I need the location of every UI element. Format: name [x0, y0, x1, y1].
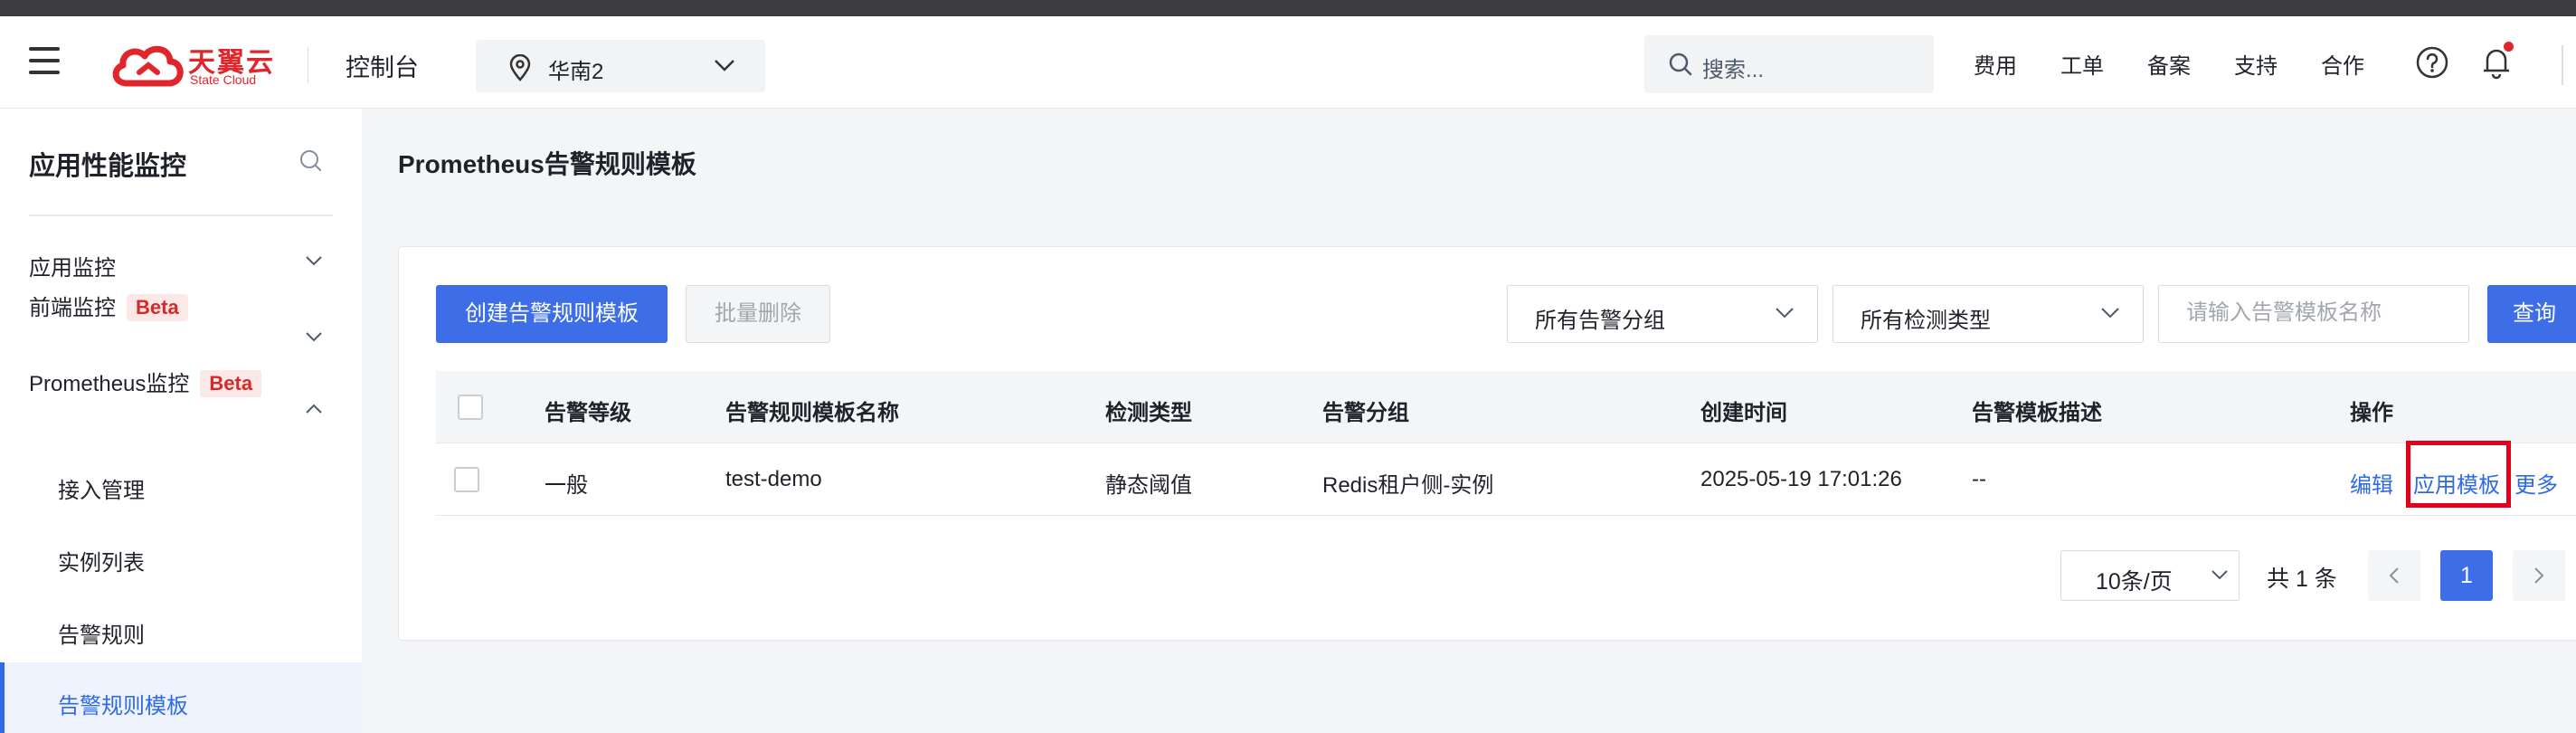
nav-partner[interactable]: 合作	[2321, 48, 2364, 80]
column-header-alert-group: 告警分组	[1322, 401, 1409, 425]
detect-type-select[interactable]: 所有检测类型	[1833, 285, 2144, 343]
nav-filing[interactable]: 备案	[2147, 48, 2191, 80]
column-header-actions: 操作	[2350, 401, 2393, 425]
sidebar-item-prometheus-monitor[interactable]: Prometheus监控 Beta	[29, 366, 262, 397]
search-icon	[1669, 52, 1692, 76]
create-template-button[interactable]: 创建告警规则模板	[436, 285, 668, 343]
nav-fees[interactable]: 费用	[1974, 48, 2017, 80]
sidebar-divider	[29, 214, 333, 216]
cell-detect-type: 静态阈值	[1105, 473, 1192, 498]
table-row: 一般 test-demo 静态阈值 Redis租户侧-实例 2025-05-19…	[436, 443, 2576, 516]
beta-badge: Beta	[127, 294, 188, 321]
cell-level: 一般	[545, 473, 588, 498]
alert-group-select-value: 所有告警分组	[1535, 309, 1665, 333]
cell-description: --	[1972, 467, 1986, 491]
sidebar-item-instance-list[interactable]: 实例列表	[58, 545, 145, 576]
sidebar-item-access-management[interactable]: 接入管理	[58, 472, 145, 504]
beta-badge: Beta	[200, 370, 262, 397]
chevron-down-icon	[2101, 308, 2119, 319]
page-size-select[interactable]: 10条/页	[2060, 550, 2240, 601]
table-header: 告警等级 告警规则模板名称 检测类型 告警分组 创建时间 告警模板描述 操作	[436, 371, 2576, 443]
chevron-down-icon[interactable]	[304, 329, 324, 344]
chevron-right-icon	[2534, 567, 2544, 584]
query-button[interactable]: 查询	[2487, 285, 2576, 343]
page-size-value: 10条/页	[2096, 569, 2173, 595]
column-header-detect-type: 检测类型	[1105, 401, 1192, 425]
location-pin-icon	[509, 54, 531, 81]
chevron-down-icon	[2211, 570, 2228, 580]
notification-dot	[2504, 42, 2514, 52]
search-placeholder: 搜索...	[1702, 58, 1765, 82]
page-title: Prometheus告警规则模板	[398, 150, 696, 178]
search-icon[interactable]	[298, 148, 324, 174]
prev-page-button[interactable]	[2368, 550, 2420, 601]
sidebar-item-frontend-monitor[interactable]: 前端监控 Beta	[29, 290, 188, 321]
edit-link[interactable]: 编辑	[2350, 467, 2393, 499]
annotation-highlight-box	[2406, 441, 2511, 508]
select-all-checkbox[interactable]	[458, 395, 483, 420]
sidebar: 应用性能监控 应用监控 前端监控 Beta Prometheus监控 Beta 接入…	[0, 109, 362, 733]
column-header-description: 告警模板描述	[1972, 401, 2102, 425]
region-label: 华南2	[548, 60, 604, 84]
detect-type-select-value: 所有检测类型	[1861, 309, 1991, 333]
header-divider-right	[2562, 45, 2563, 85]
next-page-button[interactable]	[2513, 550, 2565, 601]
sidebar-item-label: 前端监控	[29, 296, 116, 320]
column-header-created-time: 创建时间	[1700, 401, 1787, 425]
template-name-input[interactable]	[2186, 286, 2458, 340]
sidebar-item-app-monitor[interactable]: 应用监控	[29, 250, 116, 281]
row-checkbox[interactable]	[454, 467, 479, 492]
top-header: 天翼云 State Cloud 控制台 华南2 搜索... 费用 工单 备案 支…	[0, 16, 2576, 109]
total-count: 共 1 条	[2267, 566, 2337, 592]
column-header-level: 告警等级	[545, 401, 631, 425]
cell-template-name: test-demo	[725, 467, 822, 491]
chevron-down-icon	[1776, 308, 1794, 319]
window-top-strip	[0, 0, 2576, 16]
chevron-down-icon	[715, 60, 734, 71]
cloud-logo-icon	[112, 45, 184, 87]
sidebar-item-alert-rules[interactable]: 告警规则	[58, 617, 145, 649]
sidebar-title: 应用性能监控	[29, 152, 187, 181]
logo-subtext: State Cloud	[190, 72, 257, 87]
nav-support[interactable]: 支持	[2234, 48, 2278, 80]
chevron-left-icon	[2389, 567, 2399, 584]
cell-created-time: 2025-05-19 17:01:26	[1700, 467, 1902, 491]
console-link[interactable]: 控制台	[346, 48, 419, 83]
chevron-up-icon[interactable]	[304, 402, 324, 416]
cell-alert-group: Redis租户侧-实例	[1322, 473, 1494, 498]
batch-delete-button[interactable]: 批量删除	[686, 285, 830, 343]
global-search-input[interactable]: 搜索...	[1644, 35, 1934, 93]
help-icon[interactable]	[2415, 45, 2449, 80]
brand-logo[interactable]: 天翼云 State Cloud	[109, 40, 280, 89]
column-header-template-name: 告警规则模板名称	[725, 401, 899, 425]
region-selector[interactable]: 华南2	[476, 40, 765, 92]
nav-tickets[interactable]: 工单	[2060, 48, 2104, 80]
sidebar-item-label: Prometheus监控	[29, 372, 190, 396]
sidebar-item-label: 应用监控	[29, 256, 116, 281]
sidebar-active-label[interactable]: 告警规则模板	[58, 688, 188, 719]
template-name-input-wrapper[interactable]	[2158, 285, 2469, 343]
page-number-button[interactable]: 1	[2440, 550, 2493, 601]
more-link[interactable]: 更多	[2514, 467, 2558, 499]
alert-group-select[interactable]: 所有告警分组	[1507, 285, 1818, 343]
menu-icon[interactable]	[29, 47, 62, 76]
chevron-down-icon[interactable]	[304, 253, 324, 268]
